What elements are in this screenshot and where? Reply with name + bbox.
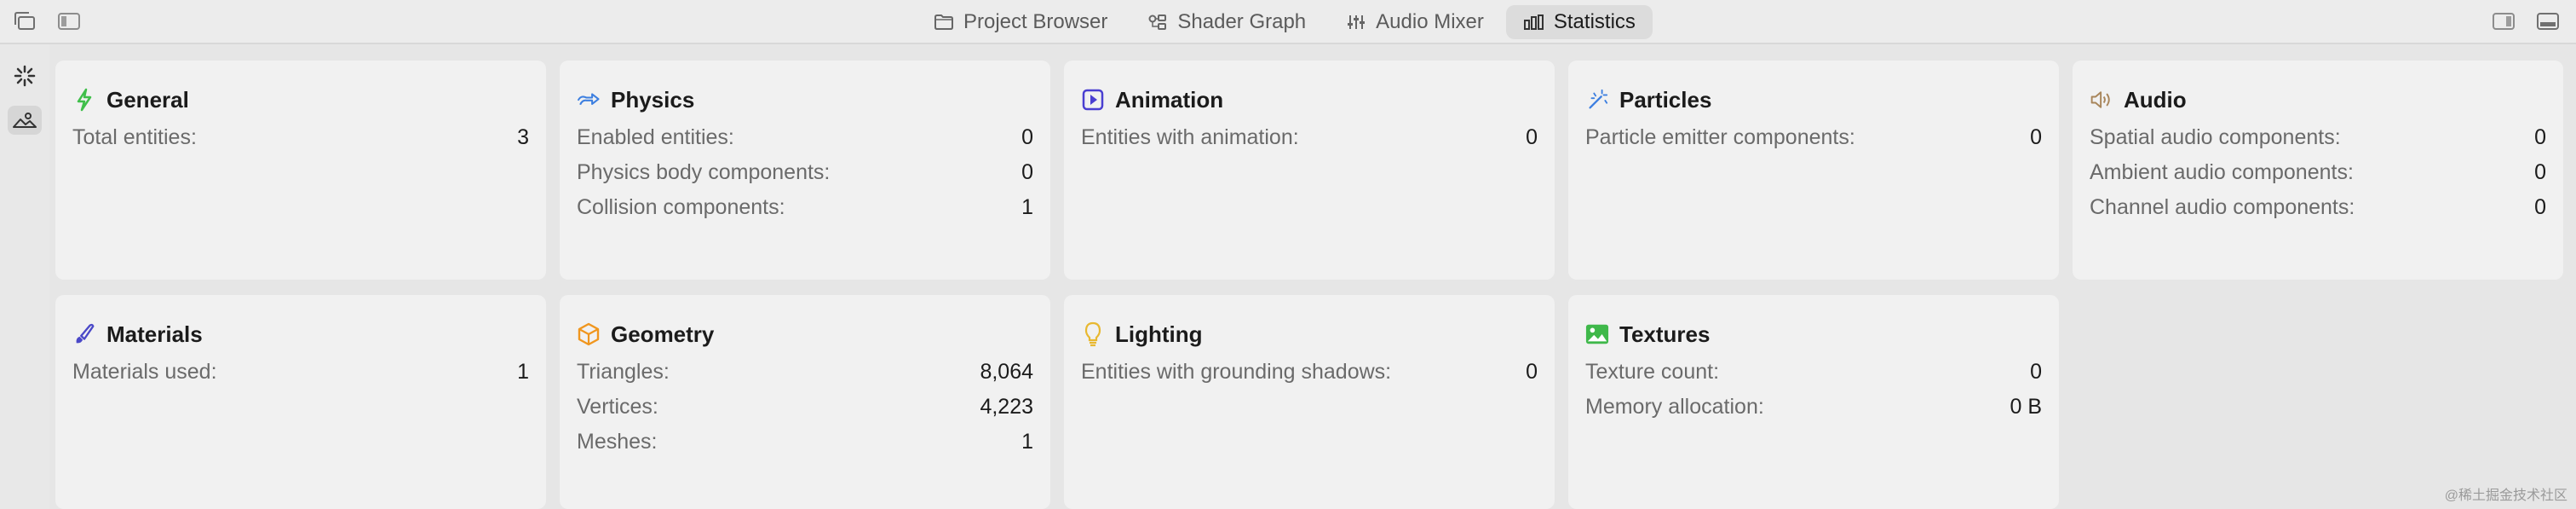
card-particles: Particles Particle emitter components: 0 (1568, 61, 2059, 280)
stat-row: Channel audio components: 0 (2090, 195, 2546, 219)
tab-bar: Project Browser Shader Graph Audio Mixer… (916, 5, 1658, 39)
stat-row: Triangles: 8,064 (577, 360, 1033, 384)
folder-icon (933, 13, 955, 32)
stat-row: Entities with grounding shadows: 0 (1081, 360, 1538, 384)
card-textures: Textures Texture count: 0 Memory allocati… (1568, 295, 2059, 509)
lightbulb-icon (1081, 321, 1105, 347)
tab-label: Audio Mixer (1376, 10, 1484, 33)
sidebar-toggle-icon[interactable] (56, 10, 82, 32)
windows-icon[interactable] (12, 10, 37, 32)
card-lighting: Lighting Entities with grounding shadows… (1064, 295, 1555, 509)
stat-row: Vertices: 4,223 (577, 395, 1033, 419)
stat-row: Meshes: 1 (577, 430, 1033, 454)
side-strip (0, 44, 49, 509)
card-title: Audio (2124, 86, 2187, 113)
landscape-icon[interactable] (8, 106, 42, 135)
tab-audio-mixer[interactable]: Audio Mixer (1328, 5, 1501, 39)
stat-row: Physics body components: 0 (577, 160, 1033, 184)
card-title: General (106, 86, 189, 113)
toolbar: Project Browser Shader Graph Audio Mixer… (0, 0, 2576, 44)
card-geometry: Geometry Triangles: 8,064 Vertices: 4,223 … (560, 295, 1050, 509)
card-general: General Total entities: 3 (55, 61, 546, 280)
stat-row: Total entities: 3 (72, 125, 529, 149)
image-icon (1585, 322, 1609, 346)
card-title: Textures (1619, 321, 1711, 347)
bottom-panel-toggle-icon[interactable] (2535, 10, 2561, 32)
sparkles-icon (1585, 88, 1609, 112)
stat-row: Materials used: 1 (72, 360, 529, 384)
tab-label: Shader Graph (1177, 10, 1307, 33)
bolt-icon (72, 88, 96, 112)
card-audio: Audio Spatial audio components: 0 Ambient… (2073, 61, 2563, 280)
sliders-icon (1345, 13, 1367, 32)
stat-row: Collision components: 1 (577, 195, 1033, 219)
tab-shader-graph[interactable]: Shader Graph (1130, 5, 1323, 39)
stat-row: Spatial audio components: 0 (2090, 125, 2546, 149)
card-title: Animation (1115, 86, 1224, 113)
play-icon (1081, 88, 1105, 112)
bar-chart-icon (1523, 13, 1545, 32)
speaker-icon (2090, 88, 2113, 112)
node-graph-icon (1147, 13, 1169, 32)
stat-row: Entities with animation: 0 (1081, 125, 1538, 149)
card-title: Lighting (1115, 321, 1203, 347)
tab-label: Statistics (1553, 10, 1636, 33)
stat-row: Memory allocation: 0 B (1585, 395, 2042, 419)
stat-row: Enabled entities: 0 (577, 125, 1033, 149)
cube-icon (577, 322, 601, 346)
watermark: @稀土掘金技术社区 (2444, 489, 2567, 503)
card-animation: Animation Entities with animation: 0 (1064, 61, 1555, 280)
tab-project-browser[interactable]: Project Browser (916, 5, 1124, 39)
stat-row: Particle emitter components: 0 (1585, 125, 2042, 149)
card-materials: Materials Materials used: 1 (55, 295, 546, 509)
stat-row: Ambient audio components: 0 (2090, 160, 2546, 184)
card-title: Geometry (611, 321, 715, 347)
loading-spinner-icon[interactable] (8, 61, 42, 90)
card-title: Materials (106, 321, 203, 347)
card-physics: Physics Enabled entities: 0 Physics body … (560, 61, 1050, 280)
tab-label: Project Browser (963, 10, 1108, 33)
card-title: Particles (1619, 86, 1712, 113)
physics-arrow-icon (577, 88, 601, 112)
inspector-toggle-icon[interactable] (2491, 10, 2516, 32)
stat-row: Texture count: 0 (1585, 360, 2042, 384)
card-title: Physics (611, 86, 695, 113)
tab-statistics[interactable]: Statistics (1505, 5, 1653, 39)
paintbrush-icon (72, 322, 96, 346)
